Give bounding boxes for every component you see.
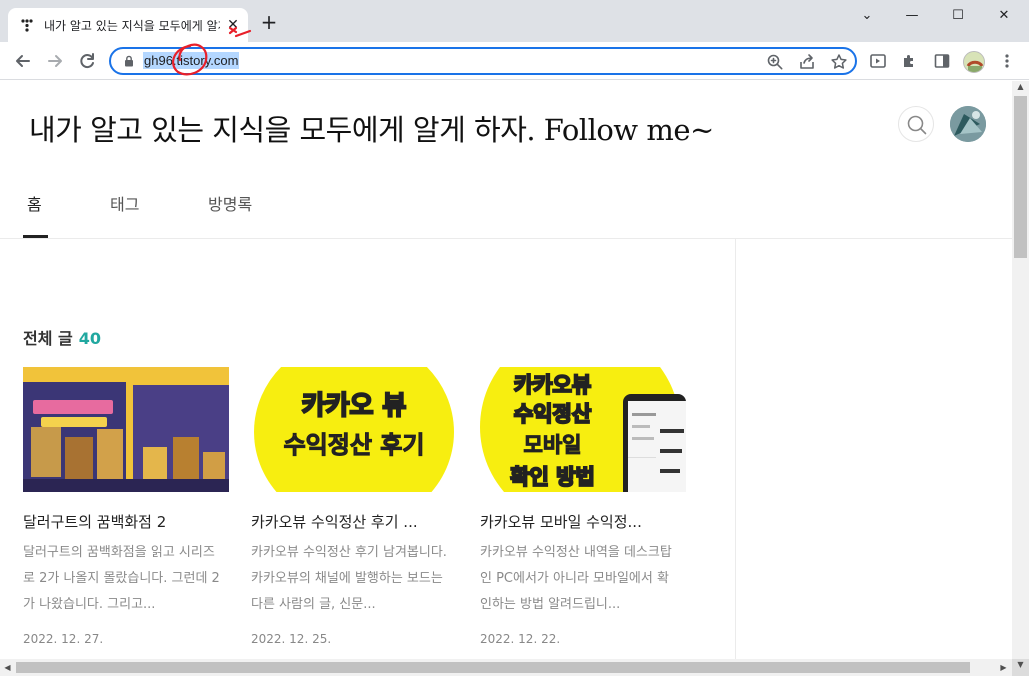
vertical-scrollbar[interactable]: ▲ [1012,81,1029,661]
zoom-icon[interactable] [766,53,784,71]
profile-avatar[interactable] [963,51,985,73]
profile-picture-icon [964,52,984,72]
avatar-image-icon [950,106,986,142]
thumbnail-text-line-1: 카카오 뷰 [301,390,408,422]
scroll-down-arrow-icon[interactable]: ▼ [1013,656,1028,673]
horizontal-scrollbar[interactable]: ◀ ▶ [0,659,1012,676]
minimize-button[interactable]: — [892,6,932,26]
vertical-scroll-thumb[interactable] [1014,96,1027,258]
tab-strip: 내가 알고 있는 지식을 모두에게 알게 하자. Follow me~ ✕ + … [0,0,1029,42]
nav-home[interactable]: 홈 [27,191,42,215]
horizontal-scroll-thumb[interactable] [16,662,970,673]
section-title: 전체 글 40 [23,325,101,349]
thumbnail-text-line-1: 카카오뷰 [513,372,592,398]
post-excerpt: 달러구트의 꿈백화점을 읽고 시리즈로 2가 나올지 몰랐습니다. 그런데 2가… [23,545,220,612]
window-close-button[interactable]: ✕ [984,6,1024,26]
tistory-favicon-icon [21,19,33,32]
scroll-right-arrow-icon[interactable]: ▶ [996,659,1011,676]
tab-search-button[interactable]: ⌄ [847,6,887,26]
post-thumbnail[interactable] [23,367,229,492]
more-menu-icon[interactable] [998,52,1016,70]
forward-arrow-icon[interactable] [44,50,66,72]
post-title[interactable]: 카카오뷰 수익정산 후기 ... [251,511,461,532]
post-excerpt: 카카오뷰 수익정산 내역을 데스크탑인 PC에서가 아니라 모바일에서 확인하는… [480,545,672,612]
post-thumbnail[interactable]: 카카오 뷰 수익정산 후기 [251,367,457,492]
sidebar-divider [735,239,736,661]
thumbnail-text-line-4: 확인 방법 [509,464,596,490]
post-thumbnail[interactable]: 카카오뷰 수익정산 모바일 확인 방법 [480,367,686,492]
scroll-left-arrow-icon[interactable]: ◀ [0,659,15,676]
back-arrow-icon[interactable] [12,50,34,72]
thumbnail-text-line-3: 모바일 [523,433,582,458]
scroll-up-arrow-icon[interactable]: ▲ [1013,78,1028,95]
media-icon[interactable] [869,52,887,70]
nav-tag[interactable]: 태그 [110,191,139,215]
post-excerpt: 카카오뷰 수익정산 후기 남겨봅니다. 카카오뷰의 채널에 발행하는 보드는 다… [251,545,447,612]
nav-active-indicator [23,235,48,238]
new-tab-button[interactable]: + [258,12,280,34]
web-page: 내가 알고 있는 지식을 모두에게 알게 하자. Follow me~ 홈 태그… [0,81,1012,661]
maximize-button[interactable]: ☐ [938,6,978,26]
post-title[interactable]: 달러구트의 꿈백화점 2 [23,511,233,532]
annotation-circle-icon [172,26,252,76]
side-panel-icon[interactable] [933,52,951,70]
blog-avatar[interactable] [950,106,986,142]
post-date: 2022. 12. 25. [251,632,332,646]
search-icon [907,115,927,135]
reload-icon[interactable] [76,50,98,72]
extensions-puzzle-icon[interactable] [901,52,919,70]
browser-toolbar: gh96.tistory.com [0,42,1029,80]
post-count: 40 [78,329,101,348]
blog-title[interactable]: 내가 알고 있는 지식을 모두에게 알게 하자. Follow me~ [29,107,714,149]
book-cover-image-icon [23,367,229,492]
search-button[interactable] [898,106,934,142]
post-title[interactable]: 카카오뷰 모바일 수익정... [480,511,690,532]
lock-icon[interactable] [123,55,135,67]
bookmark-star-icon[interactable] [830,53,848,71]
section-label: 전체 글 [23,329,73,348]
thumbnail-text-line-2: 수익정산 후기 [283,431,425,460]
scrollbar-corner: ▼ [1012,659,1029,676]
post-date: 2022. 12. 22. [480,632,561,646]
nav-guestbook[interactable]: 방명록 [208,191,252,215]
thumbnail-text-line-2: 수익정산 [513,401,592,427]
blog-nav: 홈 태그 방명록 [0,177,1012,239]
share-icon[interactable] [798,53,816,71]
post-date: 2022. 12. 27. [23,632,104,646]
